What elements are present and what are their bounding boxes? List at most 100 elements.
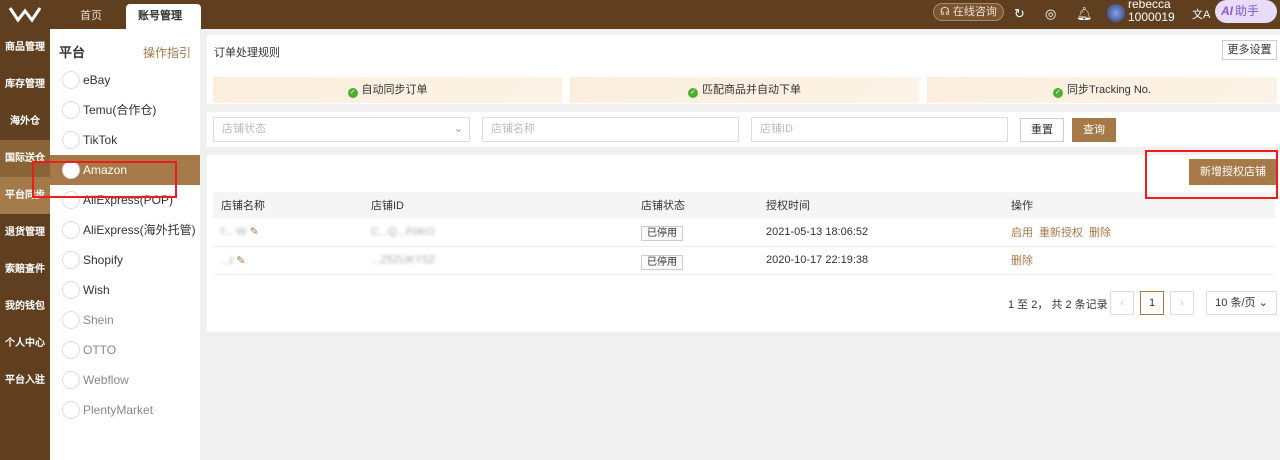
TEMU-icon (62, 101, 80, 119)
store-name: f... W (221, 226, 247, 239)
rule-item: ✓ 自动同步订单 (213, 77, 562, 103)
refresh-icon[interactable]: ↻ (1014, 6, 1025, 22)
page-1-button[interactable]: 1 (1140, 291, 1164, 315)
status-badge: 已停用 (641, 254, 683, 270)
edit-icon[interactable]: ✎ (236, 255, 245, 267)
ai-icon: AI (1221, 4, 1233, 18)
action-link[interactable]: 删除 (1089, 227, 1111, 239)
next-page-button[interactable]: › (1170, 291, 1194, 315)
page-size-select[interactable]: 10 条/页 ⌄ (1206, 291, 1277, 315)
platform-label: OTTO (83, 343, 117, 357)
platform-item-aliexpress[interactable]: AliExpress(海外托管) (50, 215, 200, 245)
table-row: f... W ✎ C...Q...F0KO 已停用 2021-05-13 18:06:… (213, 218, 1275, 247)
platform-item-wish[interactable]: Wish (50, 275, 200, 305)
auth-time: 2021-05-13 18:06:52 (758, 218, 1003, 247)
auth-time: 2020-10-17 22:19:38 (758, 246, 1003, 275)
wish-icon (62, 281, 80, 299)
platform-label: Wish (83, 283, 110, 297)
check-icon: ✓ (347, 88, 358, 98)
consult-label: 在线咨询 (952, 6, 997, 18)
action-link[interactable]: 删除 (1011, 255, 1033, 267)
more-settings-button[interactable]: 更多设置 (1222, 40, 1277, 60)
col-header: 店铺ID (363, 192, 633, 218)
location-icon[interactable]: ◎ (1045, 6, 1056, 22)
nav-item[interactable]: 库存管理 (0, 66, 50, 103)
edit-icon[interactable]: ✎ (250, 226, 259, 238)
nav-item[interactable]: 退货管理 (0, 214, 50, 251)
platform-item-plentymarket[interactable]: PlentyMarket (50, 395, 200, 425)
ai-assistant-button[interactable]: AI 助手 (1215, 0, 1277, 23)
user-info[interactable]: rebecca 1000019 (1128, 0, 1175, 24)
main-nav: 商品管理 库存管理 海外仓 国际送仓 平台同步 退货管理 索赔查件 我的钱包 个… (0, 29, 50, 460)
tab-home[interactable]: 首页 (68, 4, 114, 29)
webflow-icon (62, 371, 80, 389)
platform-item-shein[interactable]: Shein (50, 305, 200, 335)
reset-button[interactable]: 重置 (1020, 118, 1064, 142)
col-header: 店铺名称 (213, 192, 363, 218)
store-id: C...Q...F0KO (371, 225, 435, 238)
platform-title: 平台 (59, 45, 86, 60)
platform-label: TikTok (83, 133, 118, 147)
col-header: 店铺状态 (633, 192, 758, 218)
platform-item-shopify[interactable]: Shopify (50, 245, 200, 275)
platform-panel: 平台 操作指引 eBay Temu(合作仓) TikTok Amazon AliExpr… (50, 29, 200, 460)
action-link[interactable]: 启用 (1011, 227, 1033, 239)
store-name-input[interactable]: 店铺名称 (482, 117, 739, 142)
plentymarket-icon (62, 401, 80, 419)
shopify-icon (62, 251, 80, 269)
platform-item-otto[interactable]: OTTO (50, 335, 200, 365)
store-table: 店铺名称 店铺ID 店铺状态 授权时间 操作 f... W ✎ C...Q...F… (213, 192, 1275, 275)
translate-icon[interactable]: 文A (1192, 6, 1210, 22)
user-id: 1000019 (1128, 10, 1175, 24)
platform-label: PlentyMarket (83, 403, 154, 417)
nav-item[interactable]: 索赔查件 (0, 251, 50, 288)
nav-item[interactable]: 海外仓 (0, 103, 50, 140)
check-icon: ✓ (1053, 88, 1064, 98)
tab-account[interactable]: 账号管理✕ (126, 4, 201, 47)
platform-item-ebay[interactable]: eBay (50, 65, 200, 95)
platform-label: Shein (83, 313, 114, 327)
platform-item-TEMU[interactable]: Temu(合作仓) (50, 95, 200, 125)
nav-item[interactable]: 商品管理 (0, 29, 50, 66)
pagination-summary: 1 至 2， 共 2 条记录 (1008, 299, 1108, 311)
nav-item[interactable]: 平台入驻 (0, 362, 50, 399)
prev-page-button[interactable]: ‹ (1110, 291, 1134, 315)
logo-icon (8, 7, 42, 23)
store-name: ...t (221, 254, 234, 267)
avatar[interactable] (1107, 4, 1125, 22)
guide-link[interactable]: 操作指引 (143, 44, 191, 61)
shein-icon (62, 311, 80, 329)
rule-item: ✓ 同步Tracking No. (927, 77, 1277, 103)
bell-icon[interactable]: 🔔︎ (1076, 6, 1093, 22)
store-status-select[interactable]: 店铺状态 ⌄ (213, 117, 470, 142)
highlight-box (32, 161, 177, 198)
col-header: 授权时间 (758, 192, 1003, 218)
table-row: ...t ✎ ...Z5ZUKY5Z 已停用 2020-10-17 22:19:38 删… (213, 246, 1275, 275)
ebay-icon (62, 71, 80, 89)
platform-item-tiktok[interactable]: TikTok (50, 125, 200, 155)
online-consult-button[interactable]: ☊ 在线咨询 (933, 3, 1004, 21)
platform-label: AliExpress(海外托管) (83, 223, 196, 237)
action-link[interactable]: 重新授权 (1039, 227, 1083, 239)
chevron-down-icon: ⌄ (453, 123, 463, 135)
top-bar: 首页 账号管理✕ ☊ 在线咨询 ↻ ◎ 🔔︎ rebecca1000019 文A… (0, 0, 1280, 47)
platform-label: Shopify (83, 253, 124, 267)
platform-label: Webflow (83, 373, 129, 387)
rules-card: 订单处理规则 更多设置 ✓ 自动同步订单 ✓ 匹配商品并自动下单 ✓ 同步Tracki… (207, 35, 1280, 104)
otto-icon (62, 341, 80, 359)
highlight-box (1145, 150, 1278, 199)
platform-label: Temu(合作仓) (83, 103, 157, 117)
store-id: ...Z5ZUKY5Z (371, 254, 436, 266)
status-badge: 已停用 (641, 226, 683, 242)
ai-label: 助手 (1235, 4, 1260, 18)
nav-item[interactable]: 我的钱包 (0, 288, 50, 325)
tab-label: 账号管理 (138, 10, 182, 22)
rules-title: 订单处理规则 (214, 47, 280, 59)
query-button[interactable]: 查询 (1072, 118, 1116, 142)
platform-label: eBay (83, 73, 111, 87)
rule-item: ✓ 匹配商品并自动下单 (570, 77, 919, 103)
store-id-input[interactable]: 店铺ID (751, 117, 1008, 142)
tiktok-icon (62, 131, 80, 149)
platform-item-webflow[interactable]: Webflow (50, 365, 200, 395)
nav-item[interactable]: 个人中心 (0, 325, 50, 362)
